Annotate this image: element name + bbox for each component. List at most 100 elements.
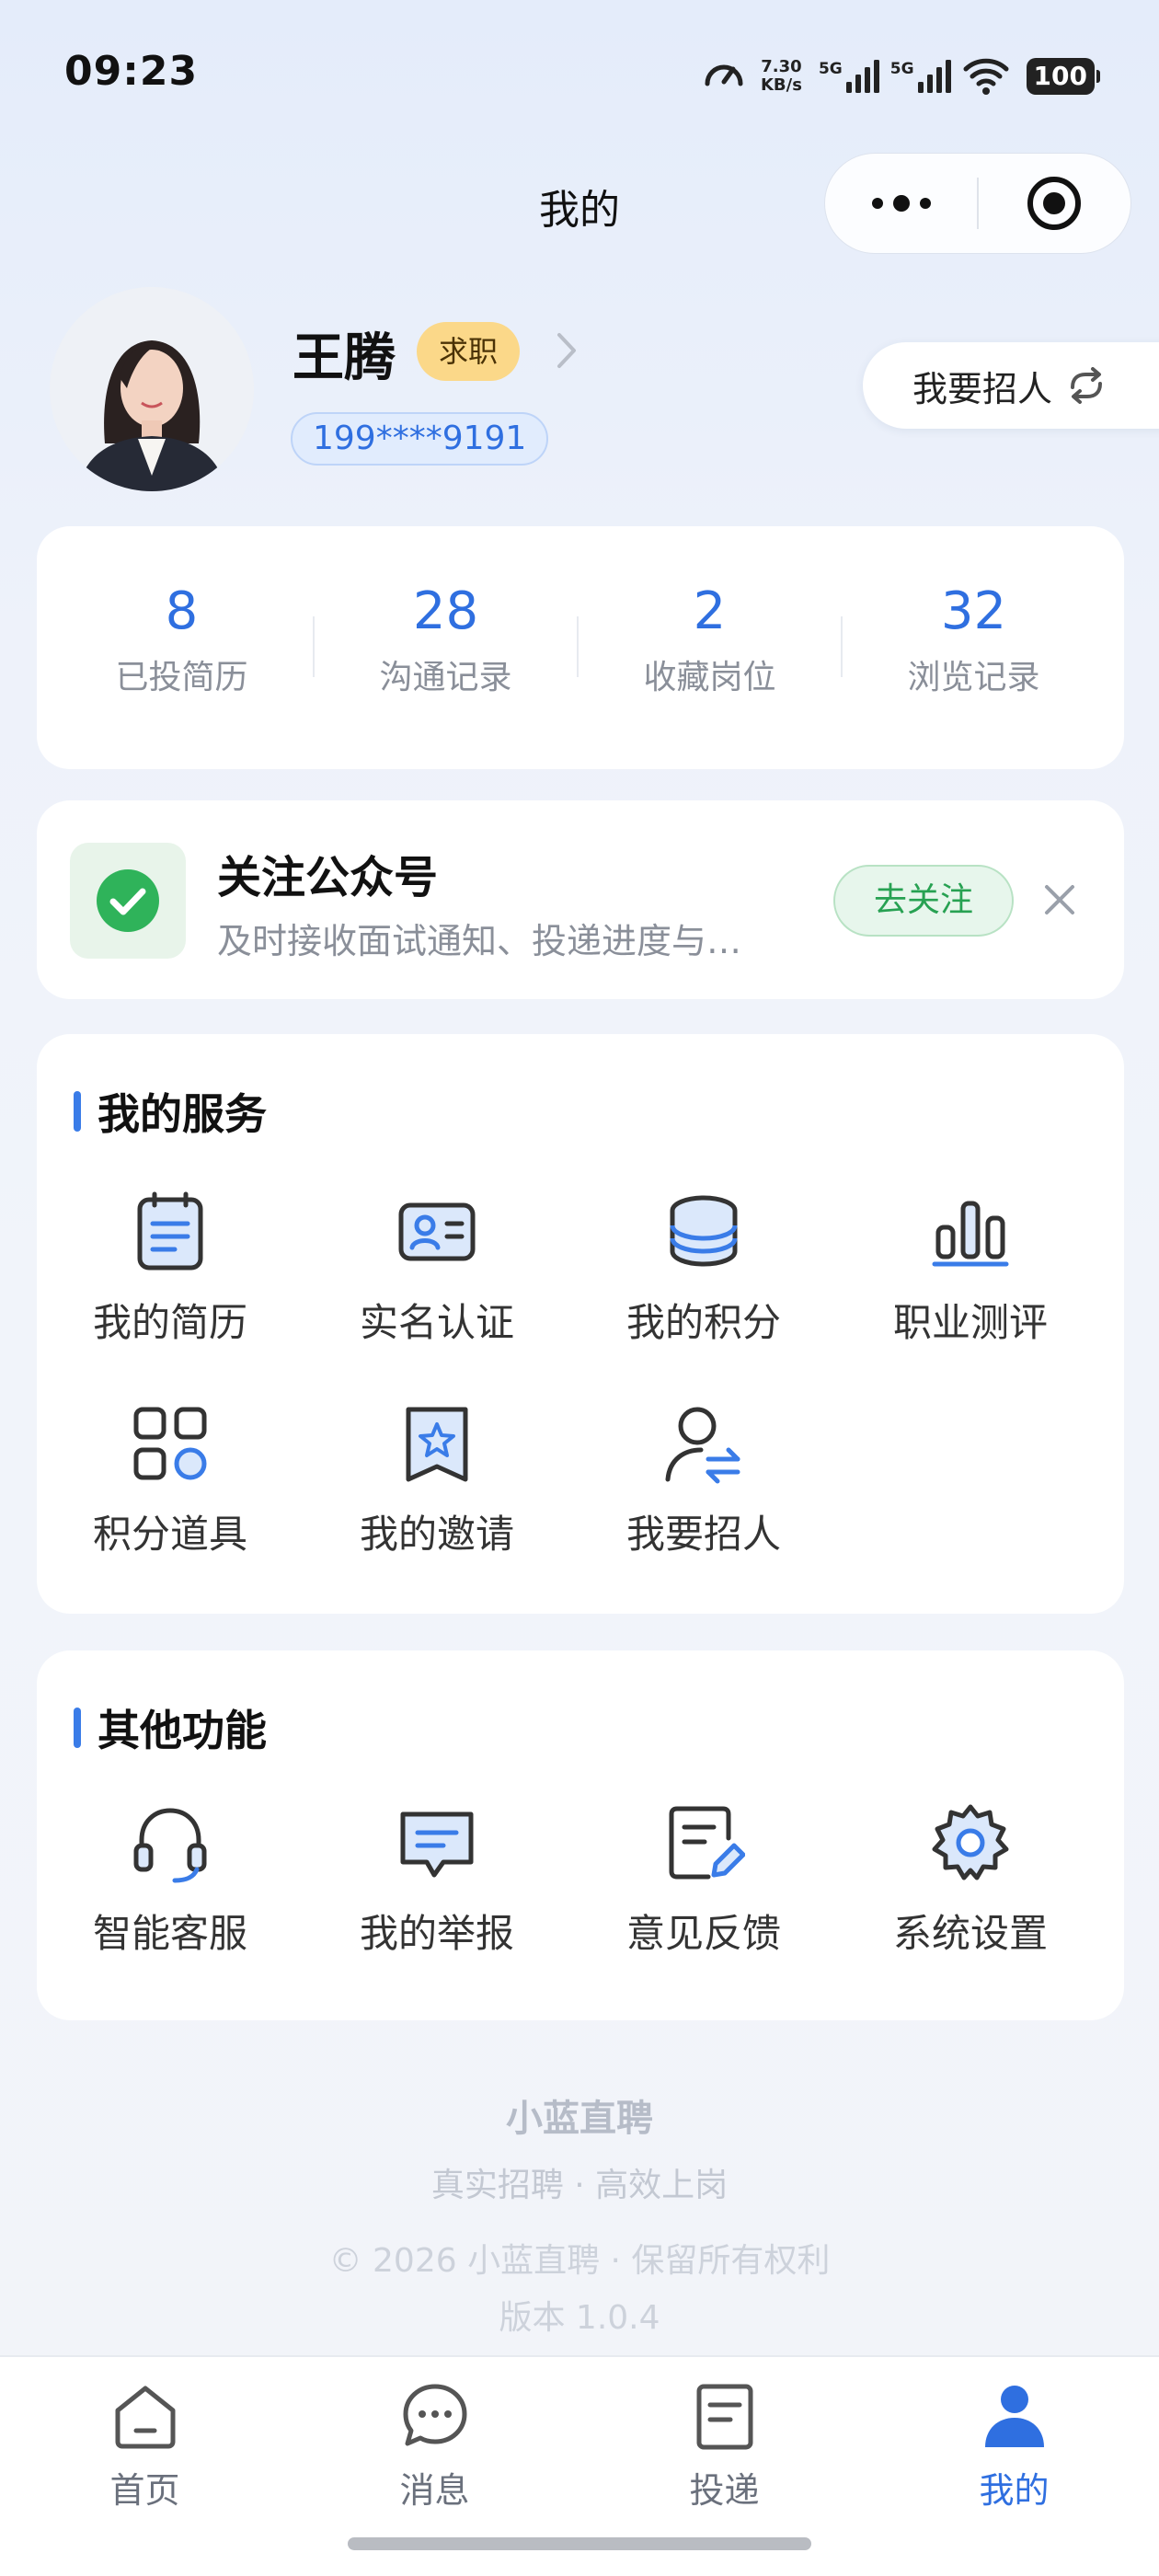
service-label: 我的积分 bbox=[625, 1300, 781, 1345]
network-speed: 7.30 KB/s bbox=[761, 58, 802, 95]
stat-chat-records[interactable]: 28 沟通记录 bbox=[314, 526, 578, 698]
stat-browse-history[interactable]: 32 浏览记录 bbox=[842, 526, 1106, 698]
bar-chart-icon bbox=[932, 1201, 1009, 1267]
stat-label: 收藏岗位 bbox=[643, 659, 776, 696]
function-feedback[interactable]: 意见反馈 bbox=[570, 1801, 837, 1959]
follow-button[interactable]: 去关注 bbox=[833, 865, 1014, 937]
stat-applied-resumes[interactable]: 8 已投简历 bbox=[50, 526, 314, 698]
sim1-label: 5G bbox=[818, 60, 843, 78]
service-my-resume[interactable]: 我的简历 bbox=[37, 1190, 304, 1348]
function-label: 我的举报 bbox=[359, 1911, 514, 1956]
job-status-badge: 求职 bbox=[417, 322, 521, 381]
document-icon bbox=[696, 2384, 752, 2450]
status-time: 09:23 bbox=[64, 48, 199, 95]
status-icons: 7.30 KB/s 5G 5G 100 bbox=[702, 51, 1101, 102]
gear-icon bbox=[932, 1804, 1009, 1880]
service-label: 我的邀请 bbox=[359, 1512, 514, 1557]
service-real-name-auth[interactable]: 实名认证 bbox=[304, 1190, 570, 1348]
switch-to-recruiter-button[interactable]: 我要招人 bbox=[863, 342, 1159, 429]
signal-bars-icon bbox=[845, 60, 879, 93]
tab-applications[interactable]: 投递 bbox=[580, 2381, 869, 2513]
footer-copyright: © 2026 小蓝直聘 · 保留所有权利 bbox=[328, 2242, 831, 2280]
follow-official-account-banner: 关注公众号 及时接收面试通知、投递进度与… 去关注 bbox=[37, 800, 1124, 999]
stat-label: 沟通记录 bbox=[379, 659, 512, 696]
avatar-portrait bbox=[50, 287, 254, 491]
wifi-icon bbox=[963, 58, 1009, 95]
more-dots-icon bbox=[871, 195, 931, 212]
home-indicator[interactable] bbox=[348, 2537, 811, 2550]
service-label: 积分道具 bbox=[92, 1512, 247, 1557]
service-label: 职业测评 bbox=[892, 1300, 1048, 1345]
close-icon[interactable] bbox=[1041, 881, 1078, 918]
id-card-icon bbox=[398, 1202, 476, 1261]
signal-sim2: 5G bbox=[890, 58, 953, 95]
function-label: 意见反馈 bbox=[625, 1911, 781, 1956]
stat-value: 32 bbox=[940, 581, 1007, 641]
tab-label: 投递 bbox=[689, 2470, 760, 2511]
message-icon bbox=[403, 2384, 466, 2446]
stat-label: 已投简历 bbox=[115, 659, 248, 696]
footer-version: 版本 1.0.4 bbox=[499, 2299, 660, 2337]
stat-label: 浏览记录 bbox=[907, 659, 1040, 696]
report-chat-icon bbox=[400, 1811, 474, 1878]
mini-program-capsule bbox=[824, 153, 1131, 254]
service-point-tools[interactable]: 积分道具 bbox=[37, 1402, 304, 1559]
tab-label: 我的 bbox=[979, 2470, 1050, 2511]
stat-value: 8 bbox=[165, 581, 199, 641]
footer-brand: 小蓝直聘 bbox=[506, 2098, 653, 2140]
more-button[interactable] bbox=[825, 153, 977, 254]
stats-card: 8 已投简历 28 沟通记录 2 收藏岗位 32 浏览记录 bbox=[37, 526, 1124, 769]
switch-role-label: 我要招人 bbox=[912, 368, 1053, 409]
other-functions-card: 其他功能 智能客服 我的举报 意见反馈 系统设置 bbox=[37, 1650, 1124, 2020]
follow-title: 关注公众号 bbox=[217, 852, 439, 903]
user-switch-icon bbox=[665, 1407, 740, 1484]
follow-description: 及时接收面试通知、投递进度与… bbox=[217, 921, 742, 961]
tab-label: 消息 bbox=[399, 2470, 470, 2511]
phone-number-badge: 199****9191 bbox=[291, 412, 549, 466]
function-label: 智能客服 bbox=[92, 1911, 247, 1956]
signal-sim1: 5G bbox=[819, 58, 881, 95]
function-my-reports[interactable]: 我的举报 bbox=[304, 1801, 570, 1959]
speed-value: 7.30 bbox=[761, 57, 802, 76]
footer-slogan: 真实招聘 · 高效上岗 bbox=[430, 2167, 729, 2204]
target-circle-icon bbox=[1027, 177, 1082, 230]
tab-messages[interactable]: 消息 bbox=[290, 2381, 580, 2513]
user-icon bbox=[984, 2386, 1044, 2447]
service-label: 我的简历 bbox=[92, 1300, 247, 1345]
coins-icon bbox=[670, 1195, 738, 1267]
home-icon bbox=[115, 2386, 175, 2449]
speed-unit: KB/s bbox=[760, 75, 802, 95]
sim2-label: 5G bbox=[889, 60, 914, 78]
feedback-edit-icon bbox=[669, 1806, 745, 1880]
stat-saved-jobs[interactable]: 2 收藏岗位 bbox=[578, 526, 842, 698]
function-label: 系统设置 bbox=[892, 1911, 1048, 1956]
service-career-assessment[interactable]: 职业测评 bbox=[837, 1190, 1104, 1348]
service-label: 实名认证 bbox=[359, 1300, 514, 1345]
chevron-right-icon[interactable] bbox=[556, 331, 578, 370]
stat-value: 28 bbox=[412, 581, 479, 641]
my-services-card: 我的服务 我的简历 实名认证 我的积分 职业测评 积分道具 我的邀请 我要招人 bbox=[37, 1034, 1124, 1614]
resume-icon bbox=[137, 1191, 203, 1271]
invite-star-icon bbox=[406, 1407, 468, 1482]
service-recruit[interactable]: 我要招人 bbox=[570, 1402, 837, 1559]
speedometer-icon bbox=[705, 64, 743, 86]
function-system-settings[interactable]: 系统设置 bbox=[837, 1801, 1104, 1959]
section-title-other-functions: 其他功能 bbox=[74, 1702, 267, 1755]
tab-home[interactable]: 首页 bbox=[0, 2381, 290, 2513]
grid-tools-icon bbox=[133, 1407, 207, 1480]
close-mini-program-button[interactable] bbox=[979, 153, 1130, 254]
tab-label: 首页 bbox=[109, 2470, 180, 2511]
user-name: 王腾 bbox=[293, 328, 396, 388]
switch-arrows-icon bbox=[1071, 367, 1103, 404]
profile-page: 09:23 7.30 KB/s 5G 5G 100 我的 王腾 求职 199**… bbox=[0, 0, 1159, 2576]
stat-value: 2 bbox=[693, 581, 727, 641]
signal-bars-icon bbox=[917, 60, 951, 93]
service-my-invitations[interactable]: 我的邀请 bbox=[304, 1402, 570, 1559]
function-smart-support[interactable]: 智能客服 bbox=[37, 1801, 304, 1959]
avatar[interactable] bbox=[50, 287, 254, 491]
service-label: 我要招人 bbox=[625, 1512, 781, 1557]
tab-profile[interactable]: 我的 bbox=[869, 2381, 1159, 2513]
headset-icon bbox=[133, 1808, 207, 1883]
status-bar: 09:23 7.30 KB/s 5G 5G 100 bbox=[0, 0, 1159, 147]
service-my-points[interactable]: 我的积分 bbox=[570, 1190, 837, 1348]
